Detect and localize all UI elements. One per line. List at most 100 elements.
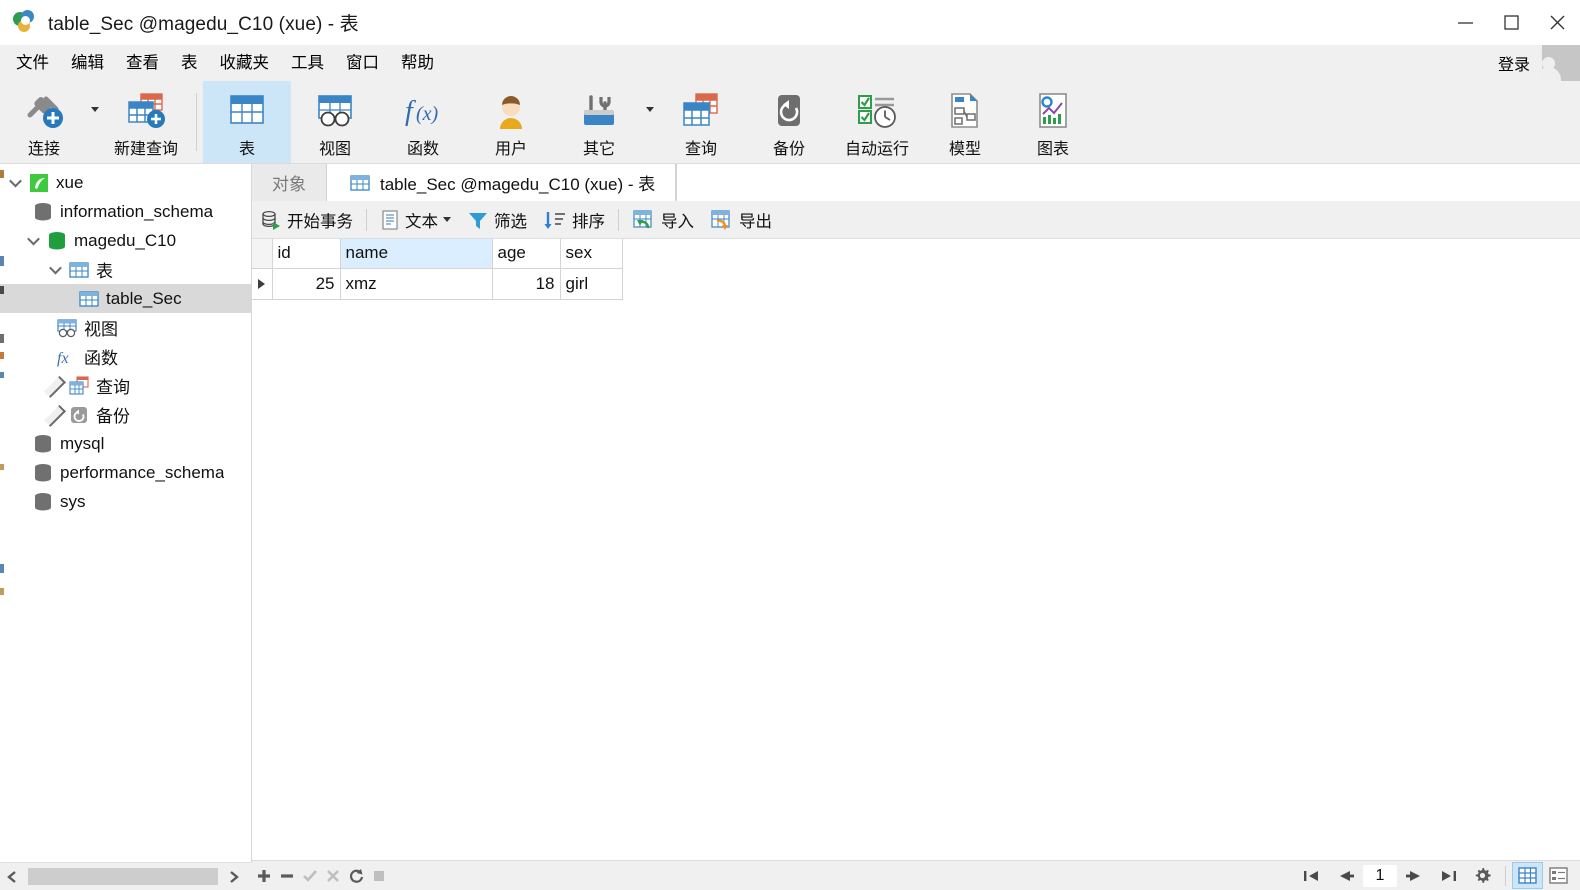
begin-transaction-button[interactable]: 开始事务: [252, 201, 361, 239]
tree-item-table-sec[interactable]: table_Sec: [0, 284, 251, 313]
expander-icon[interactable]: [22, 232, 44, 246]
minimize-button[interactable]: [1442, 0, 1488, 45]
database-icon: [30, 491, 56, 513]
login-link[interactable]: 登录: [1498, 51, 1530, 75]
menu-file[interactable]: 文件: [5, 45, 60, 81]
backup-folder-icon: [66, 405, 92, 425]
chevron-down-icon[interactable]: [443, 217, 451, 222]
menu-window[interactable]: 窗口: [335, 45, 390, 81]
export-icon: [710, 209, 734, 231]
prev-page-button[interactable]: [1329, 861, 1363, 890]
window-title: table_Sec @magedu_C10 (xue) - 表: [48, 13, 359, 35]
confirm-record-button[interactable]: [298, 861, 321, 890]
expander-icon[interactable]: [44, 261, 66, 275]
delete-record-button[interactable]: [275, 861, 298, 890]
close-button[interactable]: [1534, 0, 1580, 45]
tree-item-mysql[interactable]: mysql: [0, 429, 251, 458]
menu-favorites[interactable]: 收藏夹: [209, 45, 281, 81]
column-header-sex[interactable]: sex: [560, 239, 623, 269]
toolbar-table[interactable]: 表: [203, 81, 291, 163]
database-open-icon: [44, 230, 70, 252]
toolbar-view[interactable]: 视图: [291, 81, 379, 163]
record-navigation-bar: 1: [252, 860, 1580, 890]
scroll-left-arrow[interactable]: [0, 863, 26, 890]
tree-item-xue[interactable]: xue: [0, 168, 251, 197]
content-pane: 对象 table_Sec @magedu_C10 (xue) - 表 开始事务: [252, 164, 1580, 890]
menu-table[interactable]: 表: [170, 45, 209, 81]
maximize-button[interactable]: [1488, 0, 1534, 45]
database-icon: [30, 201, 56, 223]
first-page-button[interactable]: [1295, 861, 1329, 890]
add-record-button[interactable]: [252, 861, 275, 890]
svg-text:(x): (x): [416, 103, 439, 125]
other-dropdown-arrow[interactable]: [643, 81, 657, 163]
next-page-button[interactable]: [1397, 861, 1431, 890]
toolbar-chart[interactable]: 图表: [1009, 81, 1097, 163]
export-button[interactable]: 导出: [702, 201, 780, 239]
database-tree: xue information_schema magedu_C10 表 tabl…: [0, 164, 251, 516]
toolbar-connection[interactable]: 连接: [0, 81, 88, 163]
scroll-right-arrow[interactable]: [220, 863, 246, 890]
toolbar-automation[interactable]: 自动运行: [833, 81, 921, 163]
toolbar-backup[interactable]: 备份: [745, 81, 833, 163]
menu-view[interactable]: 查看: [115, 45, 170, 81]
tree-item-queries-folder[interactable]: 查询: [0, 371, 251, 400]
cell-age[interactable]: 18: [492, 268, 561, 300]
menu-edit[interactable]: 编辑: [60, 45, 115, 81]
toolbar-other[interactable]: 其它: [555, 81, 643, 163]
tab-objects[interactable]: 对象: [252, 164, 327, 201]
sort-button[interactable]: 排序: [535, 201, 613, 239]
query-folder-icon: [66, 375, 92, 396]
cancel-record-button[interactable]: [321, 861, 344, 890]
text-button[interactable]: 文本: [372, 201, 459, 239]
tree-item-information-schema[interactable]: information_schema: [0, 197, 251, 226]
expander-icon[interactable]: [4, 174, 26, 188]
cell-name[interactable]: xmz: [340, 268, 493, 300]
row-selector-header: [252, 239, 273, 269]
tab-label: table_Sec @magedu_C10 (xue) - 表: [380, 175, 656, 194]
menu-help[interactable]: 帮助: [390, 45, 445, 81]
filter-button[interactable]: 筛选: [459, 201, 535, 239]
page-number-input[interactable]: 1: [1363, 864, 1397, 887]
menu-tools[interactable]: 工具: [280, 45, 335, 81]
title-bar: table_Sec @magedu_C10 (xue) - 表: [0, 0, 1580, 45]
expander-icon[interactable]: [44, 404, 66, 427]
toolbar-function[interactable]: f (x) 函数: [379, 81, 467, 163]
toolbar-model[interactable]: 模型: [921, 81, 1009, 163]
column-header-name[interactable]: name: [340, 239, 493, 269]
tree-item-sys[interactable]: sys: [0, 487, 251, 516]
toolbar-model-label: 模型: [948, 141, 981, 158]
scrollbar-thumb[interactable]: [28, 868, 218, 885]
toolbar-user[interactable]: 用户: [467, 81, 555, 163]
avatar[interactable]: [1542, 45, 1580, 81]
expander-icon[interactable]: [44, 375, 66, 398]
filter-icon: [467, 209, 489, 231]
refresh-button[interactable]: [344, 861, 367, 890]
tree-item-magedu-c10[interactable]: magedu_C10: [0, 226, 251, 255]
import-button[interactable]: 导入: [624, 201, 702, 239]
last-page-button[interactable]: [1431, 861, 1465, 890]
tab-table-sec[interactable]: table_Sec @magedu_C10 (xue) - 表: [327, 164, 677, 201]
column-header-age[interactable]: age: [492, 239, 561, 269]
grid-view-toggle[interactable]: [1512, 862, 1543, 889]
tree-item-backups-folder[interactable]: 备份: [0, 400, 251, 429]
connection-node-icon: [26, 172, 52, 194]
grid-settings-button[interactable]: [1465, 861, 1499, 890]
tree-item-tables-folder[interactable]: 表: [0, 255, 251, 284]
toolbar-query[interactable]: 查询: [657, 81, 745, 163]
form-view-toggle[interactable]: [1543, 862, 1574, 889]
toolbar-new-query[interactable]: 新建查询: [102, 81, 190, 163]
sidebar-horizontal-scrollbar[interactable]: [0, 862, 252, 890]
cell-id[interactable]: 25: [272, 268, 341, 300]
toolbar-function-label: 函数: [406, 141, 439, 158]
main-toolbar: 连接 新建查询 表 视图 f (x) 函数 用户 其它 查询 备份 自动运行 模…: [0, 81, 1580, 164]
tree-item-views-folder[interactable]: 视图: [0, 313, 251, 342]
table-row[interactable]: 25 xmz 18 girl: [252, 268, 623, 300]
column-header-id[interactable]: id: [272, 239, 341, 269]
tree-item-label: 函数: [84, 349, 118, 368]
connection-dropdown-arrow[interactable]: [88, 81, 102, 163]
tree-item-performance-schema[interactable]: performance_schema: [0, 458, 251, 487]
stop-button[interactable]: [367, 861, 390, 890]
cell-sex[interactable]: girl: [560, 268, 623, 300]
tree-item-functions-folder[interactable]: fx 函数: [0, 342, 251, 371]
